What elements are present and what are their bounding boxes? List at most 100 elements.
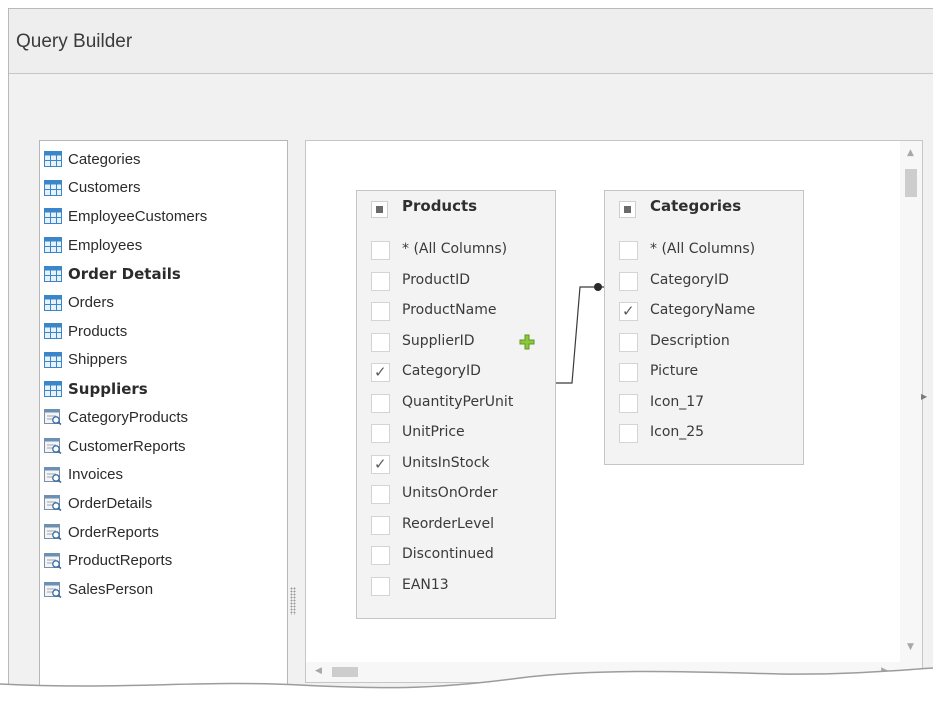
table-list-item[interactable]: EmployeeCustomers bbox=[40, 202, 287, 230]
scroll-down-icon[interactable]: ▼ bbox=[907, 643, 914, 652]
entity-field-row[interactable]: * (All Columns) bbox=[605, 235, 803, 265]
view-icon bbox=[44, 552, 62, 569]
categories-entity[interactable]: Categories * (All Columns) CategoryID ✓ Cate… bbox=[604, 190, 804, 465]
vertical-splitter-grip[interactable] bbox=[290, 587, 296, 615]
scroll-up-icon[interactable]: ▲ bbox=[907, 149, 914, 158]
field-label: UnitsInStock bbox=[402, 454, 490, 471]
field-label: SupplierID bbox=[402, 332, 475, 349]
field-checkbox[interactable] bbox=[371, 241, 390, 260]
table-list-item[interactable]: CustomerReports bbox=[40, 432, 287, 460]
field-checkbox[interactable] bbox=[371, 271, 390, 291]
field-checkbox[interactable] bbox=[371, 332, 390, 352]
entity-header[interactable]: Products bbox=[357, 191, 555, 221]
entity-field-row[interactable]: Description bbox=[605, 327, 803, 357]
products-entity[interactable]: Products * (All Columns) ProductID ProductN… bbox=[356, 190, 556, 619]
entity-field-row[interactable]: Icon_17 bbox=[605, 388, 803, 418]
relation-line bbox=[551, 286, 606, 384]
field-checkbox[interactable] bbox=[619, 241, 638, 260]
table-list-item[interactable]: Suppliers bbox=[40, 375, 287, 403]
entity-field-row[interactable]: ProductName bbox=[357, 296, 555, 326]
field-label: ReorderLevel bbox=[402, 515, 494, 532]
entity-header[interactable]: Categories bbox=[605, 191, 803, 221]
table-list-item[interactable]: OrderDetails bbox=[40, 489, 287, 517]
table-list-item[interactable]: Invoices bbox=[40, 461, 287, 489]
entity-field-row[interactable]: UnitsOnOrder bbox=[357, 479, 555, 509]
entity-field-row[interactable]: Icon_25 bbox=[605, 418, 803, 448]
table-list-label: Customers bbox=[68, 179, 141, 197]
table-icon bbox=[44, 265, 62, 282]
table-list-item[interactable]: ProductReports bbox=[40, 547, 287, 575]
entity-field-row[interactable]: UnitPrice bbox=[357, 418, 555, 448]
field-checkbox[interactable] bbox=[371, 393, 390, 413]
field-label: Discontinued bbox=[402, 546, 494, 562]
field-checkbox[interactable]: ✓ bbox=[371, 454, 390, 474]
table-list-item[interactable]: CategoryProducts bbox=[40, 403, 287, 431]
entity-field-row[interactable]: ProductID bbox=[357, 266, 555, 296]
table-icon bbox=[44, 351, 62, 368]
field-checkbox[interactable] bbox=[619, 332, 638, 352]
table-list-label: OrderDetails bbox=[68, 494, 153, 512]
vertical-scrollbar[interactable]: ▲ ▼ bbox=[900, 141, 922, 682]
field-label: * (All Columns) bbox=[650, 241, 756, 257]
view-icon bbox=[44, 581, 62, 598]
table-list-label: OrderReports bbox=[68, 523, 159, 541]
table-list-item[interactable]: Customers bbox=[40, 174, 287, 202]
entity-field-row[interactable]: ✓ CategoryName bbox=[605, 296, 803, 326]
entity-field-row[interactable]: ReorderLevel bbox=[357, 510, 555, 540]
entity-field-row[interactable]: Picture bbox=[605, 357, 803, 387]
query-builder-window: Query Builder Categories Customers Employe… bbox=[8, 8, 933, 702]
table-list-item[interactable]: Employees bbox=[40, 231, 287, 259]
add-relation-icon[interactable] bbox=[519, 334, 535, 350]
table-list-item[interactable]: Orders bbox=[40, 289, 287, 317]
field-checkbox[interactable] bbox=[371, 515, 390, 535]
entity-field-row[interactable]: * (All Columns) bbox=[357, 235, 555, 265]
field-label: QuantityPerUnit bbox=[402, 393, 514, 410]
field-label: CategoryName bbox=[650, 302, 756, 318]
check-icon: ✓ bbox=[374, 363, 387, 381]
table-list-item[interactable]: Order Details bbox=[40, 260, 287, 288]
diagram-surface[interactable]: Products * (All Columns) ProductID ProductN… bbox=[305, 140, 923, 683]
select-all-checkbox[interactable] bbox=[619, 201, 636, 218]
field-checkbox[interactable] bbox=[619, 271, 638, 291]
field-checkbox[interactable] bbox=[371, 302, 390, 321]
field-checkbox[interactable] bbox=[371, 546, 390, 565]
table-icon bbox=[44, 237, 62, 254]
entity-field-row[interactable]: ✓ UnitsInStock bbox=[357, 449, 555, 479]
entity-field-row[interactable]: Discontinued bbox=[357, 540, 555, 570]
field-label: CategoryID bbox=[650, 271, 729, 288]
table-list-label: Invoices bbox=[68, 466, 124, 484]
field-checkbox[interactable]: ✓ bbox=[371, 363, 390, 382]
entity-title: Categories bbox=[650, 197, 742, 215]
table-list-item[interactable]: Products bbox=[40, 317, 287, 345]
field-checkbox[interactable] bbox=[619, 424, 638, 443]
table-list-item[interactable]: Shippers bbox=[40, 346, 287, 374]
expand-panel-icon[interactable]: ▶ bbox=[921, 393, 927, 401]
table-list-label: Order Details bbox=[68, 264, 181, 283]
table-list-item[interactable]: OrderReports bbox=[40, 518, 287, 546]
vertical-scroll-thumb[interactable] bbox=[905, 169, 917, 197]
table-list-label: ProductReports bbox=[68, 552, 173, 570]
field-label: CategoryID bbox=[402, 363, 481, 379]
table-list-label: SalesPerson bbox=[68, 581, 154, 598]
field-checkbox[interactable] bbox=[371, 424, 390, 443]
field-checkbox[interactable] bbox=[371, 485, 390, 504]
field-label: * (All Columns) bbox=[402, 241, 508, 257]
torn-edge-decoration bbox=[0, 667, 933, 720]
window-title: Query Builder bbox=[16, 31, 133, 52]
table-icon bbox=[44, 151, 62, 167]
select-all-checkbox[interactable] bbox=[371, 201, 388, 218]
entity-field-row[interactable]: QuantityPerUnit bbox=[357, 388, 555, 418]
table-icon bbox=[44, 294, 62, 311]
field-checkbox[interactable] bbox=[371, 576, 390, 596]
field-checkbox[interactable]: ✓ bbox=[619, 302, 638, 321]
entity-field-row[interactable]: CategoryID bbox=[605, 266, 803, 296]
field-label: Description bbox=[650, 332, 730, 349]
table-list[interactable]: Categories Customers EmployeeCustomers Empl… bbox=[39, 140, 288, 701]
entity-field-row[interactable]: EAN13 bbox=[357, 571, 555, 601]
table-list-item[interactable]: SalesPerson bbox=[40, 576, 287, 604]
entity-field-row[interactable]: ✓ CategoryID bbox=[357, 357, 555, 387]
field-checkbox[interactable] bbox=[619, 363, 638, 382]
field-checkbox[interactable] bbox=[619, 393, 638, 413]
table-icon bbox=[44, 208, 62, 225]
table-list-item[interactable]: Categories bbox=[40, 145, 287, 173]
